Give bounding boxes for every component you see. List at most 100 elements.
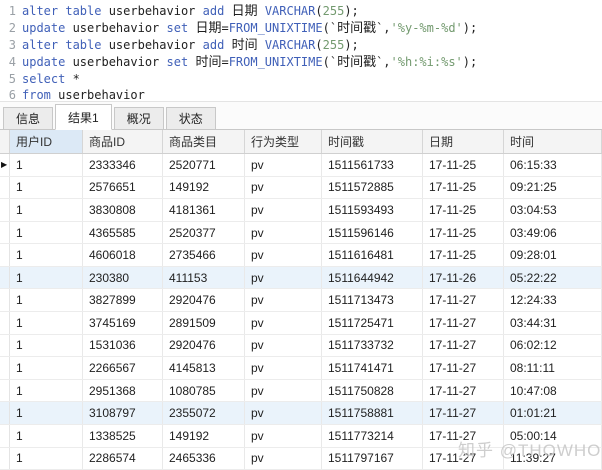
table-cell[interactable]: 1 [10, 267, 83, 289]
table-cell[interactable]: 230380 [83, 267, 163, 289]
row-gutter[interactable] [0, 289, 10, 311]
table-row[interactable]: 122865742465336pv151179716717-11-2711:39… [0, 448, 602, 470]
table-cell[interactable]: pv [245, 199, 322, 221]
table-cell[interactable]: 4365585 [83, 222, 163, 244]
row-gutter[interactable] [0, 380, 10, 402]
table-cell[interactable]: 17-11-27 [423, 448, 504, 470]
tab-status[interactable]: 状态 [166, 107, 216, 129]
table-cell[interactable]: 1511758881 [322, 402, 423, 424]
table-cell[interactable]: 3108797 [83, 402, 163, 424]
table-row[interactable]: 115310362920476pv151173373217-11-2706:02… [0, 335, 602, 358]
table-row[interactable]: 122665674145813pv151174147117-11-2708:11… [0, 357, 602, 380]
row-gutter[interactable] [0, 177, 10, 199]
table-cell[interactable]: 2576651 [83, 177, 163, 199]
table-cell[interactable]: 10:47:08 [504, 380, 602, 402]
table-cell[interactable]: pv [245, 402, 322, 424]
table-cell[interactable]: 2333346 [83, 154, 163, 176]
table-cell[interactable]: 1 [10, 177, 83, 199]
table-cell[interactable]: 1 [10, 425, 83, 447]
table-cell[interactable]: 17-11-25 [423, 222, 504, 244]
table-cell[interactable]: pv [245, 425, 322, 447]
row-gutter[interactable] [0, 335, 10, 357]
row-gutter[interactable] [0, 425, 10, 447]
table-cell[interactable]: pv [245, 448, 322, 470]
table-cell[interactable]: 1511750828 [322, 380, 423, 402]
table-cell[interactable]: 2920476 [163, 335, 245, 357]
table-cell[interactable]: 2520771 [163, 154, 245, 176]
table-cell[interactable]: 1 [10, 289, 83, 311]
table-row[interactable]: 129513681080785pv151175082817-11-2710:47… [0, 380, 602, 403]
table-cell[interactable]: 11:39:27 [504, 448, 602, 470]
table-cell[interactable]: 1 [10, 222, 83, 244]
row-gutter[interactable] [0, 222, 10, 244]
table-cell[interactable]: 1531036 [83, 335, 163, 357]
table-cell[interactable]: pv [245, 312, 322, 334]
row-gutter[interactable]: ▶ [0, 154, 10, 176]
row-gutter[interactable] [0, 244, 10, 266]
table-cell[interactable]: pv [245, 177, 322, 199]
table-cell[interactable]: 17-11-27 [423, 312, 504, 334]
table-cell[interactable]: 1511644942 [322, 267, 423, 289]
row-gutter[interactable] [0, 199, 10, 221]
table-row[interactable]: 1230380411153pv151164494217-11-2605:22:2… [0, 267, 602, 290]
sql-editor[interactable]: 1alter table userbehavior add 日期 VARCHAR… [0, 0, 602, 102]
table-row[interactable]: 143655852520377pv151159614617-11-2503:49… [0, 222, 602, 245]
table-cell[interactable]: 2891509 [163, 312, 245, 334]
table-cell[interactable]: 1 [10, 312, 83, 334]
table-cell[interactable]: 4181361 [163, 199, 245, 221]
table-cell[interactable]: 12:24:33 [504, 289, 602, 311]
table-cell[interactable]: 1511741471 [322, 357, 423, 379]
table-cell[interactable]: 1511561733 [322, 154, 423, 176]
table-cell[interactable]: 1511773214 [322, 425, 423, 447]
table-row[interactable]: 12576651149192pv151157288517-11-2509:21:… [0, 177, 602, 200]
table-cell[interactable]: 2951368 [83, 380, 163, 402]
table-row[interactable]: 137451692891509pv151172547117-11-2703:44… [0, 312, 602, 335]
tab-result1[interactable]: 结果1 [55, 104, 112, 130]
table-cell[interactable]: 17-11-27 [423, 425, 504, 447]
table-cell[interactable]: 05:00:14 [504, 425, 602, 447]
table-cell[interactable]: 17-11-25 [423, 244, 504, 266]
table-cell[interactable]: pv [245, 267, 322, 289]
table-row[interactable]: 131087972355072pv151175888117-11-2701:01… [0, 402, 602, 425]
table-row[interactable]: ▶123333462520771pv151156173317-11-2506:1… [0, 154, 602, 177]
table-cell[interactable]: 17-11-25 [423, 154, 504, 176]
table-cell[interactable]: 1511596146 [322, 222, 423, 244]
column-header[interactable]: 商品ID [83, 130, 163, 153]
table-cell[interactable]: 03:49:06 [504, 222, 602, 244]
table-cell[interactable]: 17-11-27 [423, 289, 504, 311]
table-cell[interactable]: 01:01:21 [504, 402, 602, 424]
table-cell[interactable]: 149192 [163, 177, 245, 199]
table-cell[interactable]: 1 [10, 154, 83, 176]
table-cell[interactable]: 1 [10, 199, 83, 221]
table-cell[interactable]: pv [245, 357, 322, 379]
table-cell[interactable]: pv [245, 335, 322, 357]
table-cell[interactable]: 2520377 [163, 222, 245, 244]
table-cell[interactable]: 05:22:22 [504, 267, 602, 289]
table-cell[interactable]: 03:44:31 [504, 312, 602, 334]
table-row[interactable]: 138308084181361pv151159349317-11-2503:04… [0, 199, 602, 222]
row-gutter[interactable] [0, 402, 10, 424]
table-cell[interactable]: 1511797167 [322, 448, 423, 470]
table-cell[interactable]: 06:15:33 [504, 154, 602, 176]
table-cell[interactable]: 1 [10, 335, 83, 357]
row-gutter[interactable] [0, 357, 10, 379]
table-cell[interactable]: 09:21:25 [504, 177, 602, 199]
table-cell[interactable]: 2286574 [83, 448, 163, 470]
table-cell[interactable]: 1338525 [83, 425, 163, 447]
table-cell[interactable]: 17-11-27 [423, 380, 504, 402]
column-header[interactable]: 日期 [423, 130, 504, 153]
table-cell[interactable]: pv [245, 289, 322, 311]
table-cell[interactable]: 1 [10, 402, 83, 424]
row-gutter[interactable] [0, 448, 10, 470]
column-header[interactable]: 时间 [504, 130, 602, 153]
table-cell[interactable]: 1 [10, 380, 83, 402]
table-row[interactable]: 146060182735466pv151161648117-11-2509:28… [0, 244, 602, 267]
table-cell[interactable]: 2735466 [163, 244, 245, 266]
table-cell[interactable]: 09:28:01 [504, 244, 602, 266]
table-cell[interactable]: 2465336 [163, 448, 245, 470]
table-cell[interactable]: 1511733732 [322, 335, 423, 357]
table-cell[interactable]: 1 [10, 357, 83, 379]
table-cell[interactable]: 17-11-27 [423, 402, 504, 424]
table-cell[interactable]: 1 [10, 244, 83, 266]
table-cell[interactable]: 2355072 [163, 402, 245, 424]
